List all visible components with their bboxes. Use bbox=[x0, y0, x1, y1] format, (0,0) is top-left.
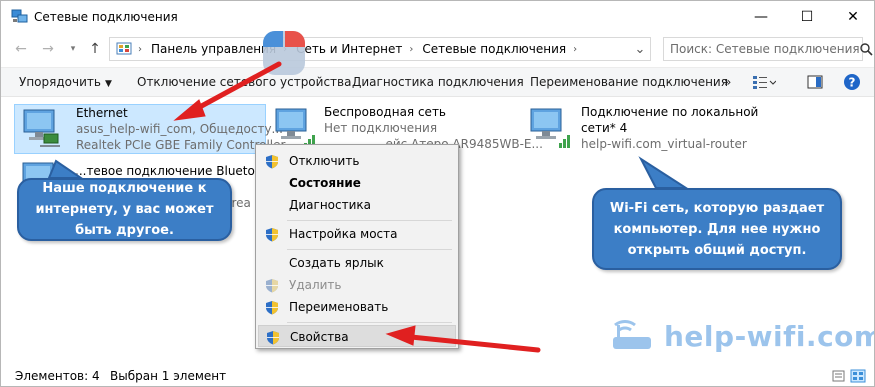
chevron-down-icon: ▾ bbox=[70, 44, 76, 54]
menu-separator bbox=[287, 220, 452, 221]
context-menu: Отключить Состояние Диагностика Настройк… bbox=[255, 144, 459, 349]
explorer-window: Сетевые подключения — ☐ ✕ ← → ▾ ↑ › Пане… bbox=[0, 0, 875, 387]
recent-locations-button[interactable]: ▾ bbox=[63, 39, 83, 59]
menu-item-label: Состояние bbox=[289, 176, 361, 190]
connection-name: Подключение по локальной bbox=[581, 105, 759, 119]
uac-shield-icon bbox=[266, 301, 278, 315]
callout-text: Wi-Fi сеть, которую раздает компьютер. Д… bbox=[609, 200, 825, 258]
menu-item-label: Настройка моста bbox=[289, 227, 398, 241]
minimize-icon: — bbox=[754, 9, 768, 25]
virtual-adapter-icon bbox=[530, 108, 570, 148]
arrow-up-icon: ↑ bbox=[89, 41, 101, 57]
more-commands-button[interactable]: » bbox=[724, 75, 731, 89]
uac-shield-icon bbox=[267, 331, 279, 345]
arrow-left-icon: ← bbox=[15, 41, 27, 57]
close-icon: ✕ bbox=[847, 9, 859, 25]
view-options-icon[interactable] bbox=[752, 74, 776, 90]
chevron-down-icon: ⌄ bbox=[634, 41, 646, 57]
menu-item-status[interactable]: Состояние bbox=[258, 172, 456, 194]
search-icon[interactable] bbox=[859, 39, 873, 59]
rename-button[interactable]: Переименование подключения bbox=[530, 75, 728, 89]
menu-separator bbox=[287, 249, 452, 250]
menu-item-bridge[interactable]: Настройка моста bbox=[258, 223, 456, 245]
uac-shield-icon bbox=[266, 228, 278, 242]
menu-item-create-shortcut[interactable]: Создать ярлык bbox=[258, 252, 456, 274]
connection-name: Ethernet bbox=[76, 106, 128, 120]
callout-text: Наше подключение к интернету, у вас може… bbox=[35, 181, 214, 238]
organize-button[interactable]: Упорядочить ▼ bbox=[19, 75, 112, 89]
menu-item-properties[interactable]: Свойства bbox=[258, 325, 456, 347]
caret-down-icon: ▼ bbox=[104, 79, 112, 89]
menu-item-disable[interactable]: Отключить bbox=[258, 150, 456, 172]
search-input[interactable]: Поиск: Сетевые подключения bbox=[670, 42, 860, 56]
menu-item-rename[interactable]: Переименовать bbox=[258, 296, 456, 318]
help-icon[interactable]: ? bbox=[843, 73, 861, 91]
callout-wifi-network: Wi-Fi сеть, которую раздает компьютер. Д… bbox=[592, 188, 842, 270]
chevron-right-icon[interactable]: › bbox=[409, 44, 413, 55]
chevron-right-icon[interactable]: › bbox=[283, 44, 287, 55]
maximize-icon: ☐ bbox=[800, 9, 814, 25]
connection-local-area-4[interactable]: Подключение по локальной сети* 4 help-wi… bbox=[529, 104, 764, 154]
up-button[interactable]: ↑ bbox=[85, 39, 105, 59]
back-button[interactable]: ← bbox=[11, 39, 31, 59]
history-dropdown-button[interactable]: ⌄ bbox=[631, 40, 649, 58]
preview-pane-icon[interactable] bbox=[807, 74, 823, 90]
breadcrumb-network-internet[interactable]: Сеть и Интернет bbox=[296, 42, 402, 56]
item-count: Элементов: 4 bbox=[15, 369, 100, 383]
command-bar: Упорядочить ▼ Отключение сетевого устройс… bbox=[1, 67, 874, 97]
organize-label: Упорядочить bbox=[19, 75, 101, 89]
maximize-button[interactable]: ☐ bbox=[784, 1, 830, 33]
menu-item-delete: Удалить bbox=[258, 274, 456, 296]
menu-item-label: Удалить bbox=[289, 278, 342, 292]
disable-device-button[interactable]: Отключение сетевого устройства bbox=[137, 75, 351, 89]
minimize-button[interactable]: — bbox=[738, 1, 784, 33]
router-logo bbox=[613, 320, 651, 349]
network-connections-icon bbox=[11, 9, 28, 23]
menu-item-label: Свойства bbox=[290, 330, 349, 344]
connection-name-line2: сети* 4 bbox=[581, 121, 628, 135]
arrow-right-icon: → bbox=[42, 41, 54, 57]
forward-button[interactable]: → bbox=[38, 39, 58, 59]
close-button[interactable]: ✕ bbox=[830, 1, 874, 33]
connection-status: help-wifi.com_virtual-router bbox=[581, 137, 747, 151]
diagnose-button[interactable]: Диагностика подключения bbox=[352, 75, 524, 89]
connection-name: ...тевое подключение Bluetooth bbox=[75, 164, 275, 178]
control-panel-icon bbox=[116, 42, 132, 54]
title-bar: Сетевые подключения — ☐ ✕ bbox=[1, 1, 874, 34]
menu-item-label: Диагностика bbox=[289, 198, 372, 212]
uac-shield-icon bbox=[266, 279, 278, 293]
menu-item-label: Отключить bbox=[289, 154, 360, 168]
view-mode-icons[interactable] bbox=[831, 368, 867, 384]
breadcrumb-network-connections[interactable]: Сетевые подключения bbox=[422, 42, 566, 56]
connection-ethernet[interactable]: Ethernet asus_help-wifi_com, Общедосту..… bbox=[14, 104, 285, 154]
network-adapter-icon bbox=[23, 109, 60, 147]
menu-item-diagnostics[interactable]: Диагностика bbox=[258, 194, 456, 216]
status-bar: Элементов: 4 Выбран 1 элемент bbox=[1, 363, 874, 386]
connection-status: asus_help-wifi_com, Общедосту... bbox=[76, 122, 283, 136]
callout-our-connection: Наше подключение к интернету, у вас може… bbox=[17, 178, 232, 241]
menu-item-label: Создать ярлык bbox=[289, 256, 384, 270]
connection-status: Нет подключения bbox=[324, 121, 438, 135]
connection-name: Беспроводная сеть bbox=[324, 105, 447, 119]
search-box[interactable]: Поиск: Сетевые подключения bbox=[663, 37, 873, 61]
address-bar[interactable]: › Панель управления › Сеть и Интернет › … bbox=[109, 37, 651, 61]
window-title: Сетевые подключения bbox=[34, 10, 178, 24]
selection-count: Выбран 1 элемент bbox=[110, 369, 227, 383]
chevron-right-icon[interactable]: › bbox=[138, 44, 142, 55]
breadcrumb-control-panel[interactable]: Панель управления bbox=[151, 42, 276, 56]
watermark: help-wifi.com bbox=[664, 320, 875, 353]
uac-shield-icon bbox=[266, 155, 278, 169]
menu-item-label: Переименовать bbox=[289, 300, 389, 314]
svg-text:?: ? bbox=[849, 76, 856, 90]
address-row: ← → ▾ ↑ › Панель управления › Сеть и Инт… bbox=[1, 34, 874, 64]
menu-separator bbox=[287, 322, 452, 323]
chevron-right-icon[interactable]: › bbox=[573, 44, 577, 55]
